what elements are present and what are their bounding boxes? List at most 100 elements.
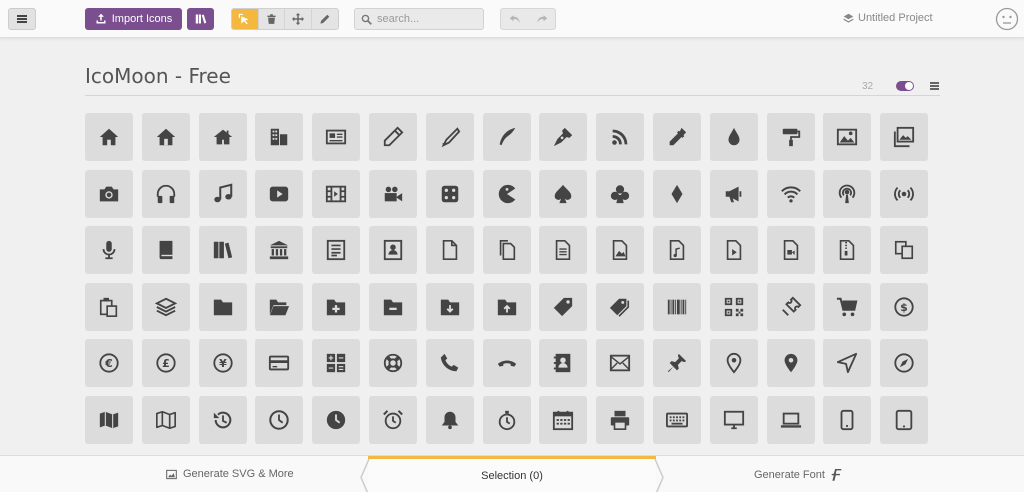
icon-tile[interactable] bbox=[709, 282, 758, 331]
icon-tile[interactable] bbox=[596, 113, 645, 161]
icon-tile[interactable] bbox=[85, 395, 133, 444]
icon-tile[interactable] bbox=[368, 113, 417, 161]
icon-tile[interactable] bbox=[198, 282, 247, 331]
icon-tile[interactable] bbox=[312, 169, 361, 218]
import-icons-button[interactable]: Import Icons bbox=[85, 8, 182, 30]
project-name[interactable]: Untitled Project bbox=[843, 12, 933, 24]
icon-tile[interactable] bbox=[596, 395, 645, 444]
icon-tile[interactable]: £ bbox=[141, 339, 190, 388]
icon-tile[interactable] bbox=[425, 339, 474, 388]
icon-tile[interactable] bbox=[709, 339, 758, 388]
icon-tile[interactable] bbox=[766, 169, 815, 218]
icon-tile[interactable] bbox=[880, 169, 929, 218]
icon-tile[interactable] bbox=[482, 395, 531, 444]
icon-tile[interactable] bbox=[596, 339, 645, 388]
icon-tile[interactable] bbox=[823, 395, 872, 444]
icon-tile[interactable] bbox=[539, 339, 588, 388]
set-menu-icon[interactable] bbox=[930, 82, 939, 84]
icon-tile[interactable] bbox=[823, 169, 872, 218]
icon-tile[interactable] bbox=[312, 395, 361, 444]
icon-tile[interactable] bbox=[880, 226, 929, 275]
icon-tile[interactable] bbox=[766, 226, 815, 275]
icon-tile[interactable] bbox=[596, 226, 645, 275]
edit-tool-button[interactable] bbox=[312, 9, 338, 29]
generate-svg-button[interactable]: Generate SVG & More bbox=[166, 468, 294, 480]
icon-tile[interactable] bbox=[368, 395, 417, 444]
icon-tile[interactable] bbox=[85, 113, 133, 161]
icon-tile[interactable] bbox=[425, 282, 474, 331]
icon-tile[interactable] bbox=[539, 226, 588, 275]
icon-tile[interactable] bbox=[368, 169, 417, 218]
generate-font-button[interactable]: Generate Font bbox=[754, 468, 842, 481]
icon-tile[interactable] bbox=[482, 339, 531, 388]
icon-tile[interactable]: ¥ bbox=[198, 339, 247, 388]
icon-tile[interactable] bbox=[255, 113, 304, 161]
icon-tile[interactable] bbox=[85, 169, 133, 218]
icon-tile[interactable] bbox=[880, 339, 929, 388]
icon-tile[interactable] bbox=[368, 339, 417, 388]
icon-tile[interactable]: $ bbox=[880, 282, 929, 331]
icon-tile[interactable] bbox=[255, 395, 304, 444]
icon-tile[interactable] bbox=[709, 169, 758, 218]
select-tool-button[interactable] bbox=[232, 9, 259, 29]
icon-tile[interactable] bbox=[709, 226, 758, 275]
icon-tile[interactable]: € bbox=[85, 339, 133, 388]
icon-tile[interactable] bbox=[823, 282, 872, 331]
icon-tile[interactable] bbox=[255, 169, 304, 218]
icon-tile[interactable] bbox=[425, 395, 474, 444]
icon-tile[interactable] bbox=[312, 282, 361, 331]
icon-tile[interactable] bbox=[141, 282, 190, 331]
icon-tile[interactable] bbox=[141, 226, 190, 275]
icon-tile[interactable] bbox=[709, 113, 758, 161]
icon-tile[interactable] bbox=[85, 282, 133, 331]
icon-tile[interactable] bbox=[596, 169, 645, 218]
icon-tile[interactable] bbox=[368, 282, 417, 331]
icon-tile[interactable] bbox=[880, 113, 929, 161]
icon-tile[interactable] bbox=[141, 113, 190, 161]
icon-tile[interactable] bbox=[141, 169, 190, 218]
icon-tile[interactable] bbox=[539, 282, 588, 331]
icon-tile[interactable] bbox=[652, 169, 701, 218]
icon-tile[interactable] bbox=[312, 339, 361, 388]
icon-tile[interactable] bbox=[198, 113, 247, 161]
icon-tile[interactable] bbox=[198, 395, 247, 444]
icon-tile[interactable] bbox=[539, 169, 588, 218]
icon-tile[interactable] bbox=[141, 395, 190, 444]
icon-tile[interactable] bbox=[312, 226, 361, 275]
icon-tile[interactable] bbox=[652, 226, 701, 275]
icon-tile[interactable] bbox=[255, 339, 304, 388]
icon-tile[interactable] bbox=[85, 226, 133, 275]
icon-tile[interactable] bbox=[766, 339, 815, 388]
delete-tool-button[interactable] bbox=[259, 9, 285, 29]
icon-tile[interactable] bbox=[425, 226, 474, 275]
icon-tile[interactable] bbox=[482, 113, 531, 161]
icon-tile[interactable] bbox=[766, 282, 815, 331]
move-tool-button[interactable] bbox=[285, 9, 312, 29]
icon-tile[interactable] bbox=[652, 113, 701, 161]
icon-tile[interactable] bbox=[823, 226, 872, 275]
set-toggle-switch[interactable] bbox=[896, 81, 914, 91]
icon-tile[interactable] bbox=[425, 113, 474, 161]
selection-tab[interactable]: Selection (0) bbox=[360, 456, 664, 492]
undo-button[interactable] bbox=[501, 8, 528, 30]
icon-tile[interactable] bbox=[198, 169, 247, 218]
icon-tile[interactable] bbox=[312, 113, 361, 161]
main-menu-button[interactable] bbox=[8, 8, 36, 30]
icon-tile[interactable] bbox=[255, 282, 304, 331]
icon-tile[interactable] bbox=[482, 169, 531, 218]
icon-tile[interactable] bbox=[425, 169, 474, 218]
icon-tile[interactable] bbox=[766, 113, 815, 161]
icon-tile[interactable] bbox=[880, 395, 929, 444]
icon-tile[interactable] bbox=[198, 226, 247, 275]
icon-set-title[interactable]: IcoMoon - Free bbox=[85, 64, 231, 88]
icon-library-button[interactable] bbox=[187, 8, 214, 30]
icon-tile[interactable] bbox=[652, 339, 701, 388]
icon-tile[interactable] bbox=[823, 113, 872, 161]
icon-tile[interactable] bbox=[766, 395, 815, 444]
icon-tile[interactable] bbox=[709, 395, 758, 444]
icon-tile[interactable] bbox=[482, 282, 531, 331]
icon-tile[interactable] bbox=[652, 395, 701, 444]
search-field[interactable]: search... bbox=[354, 8, 484, 30]
icon-tile[interactable] bbox=[596, 282, 645, 331]
icon-tile[interactable] bbox=[482, 226, 531, 275]
